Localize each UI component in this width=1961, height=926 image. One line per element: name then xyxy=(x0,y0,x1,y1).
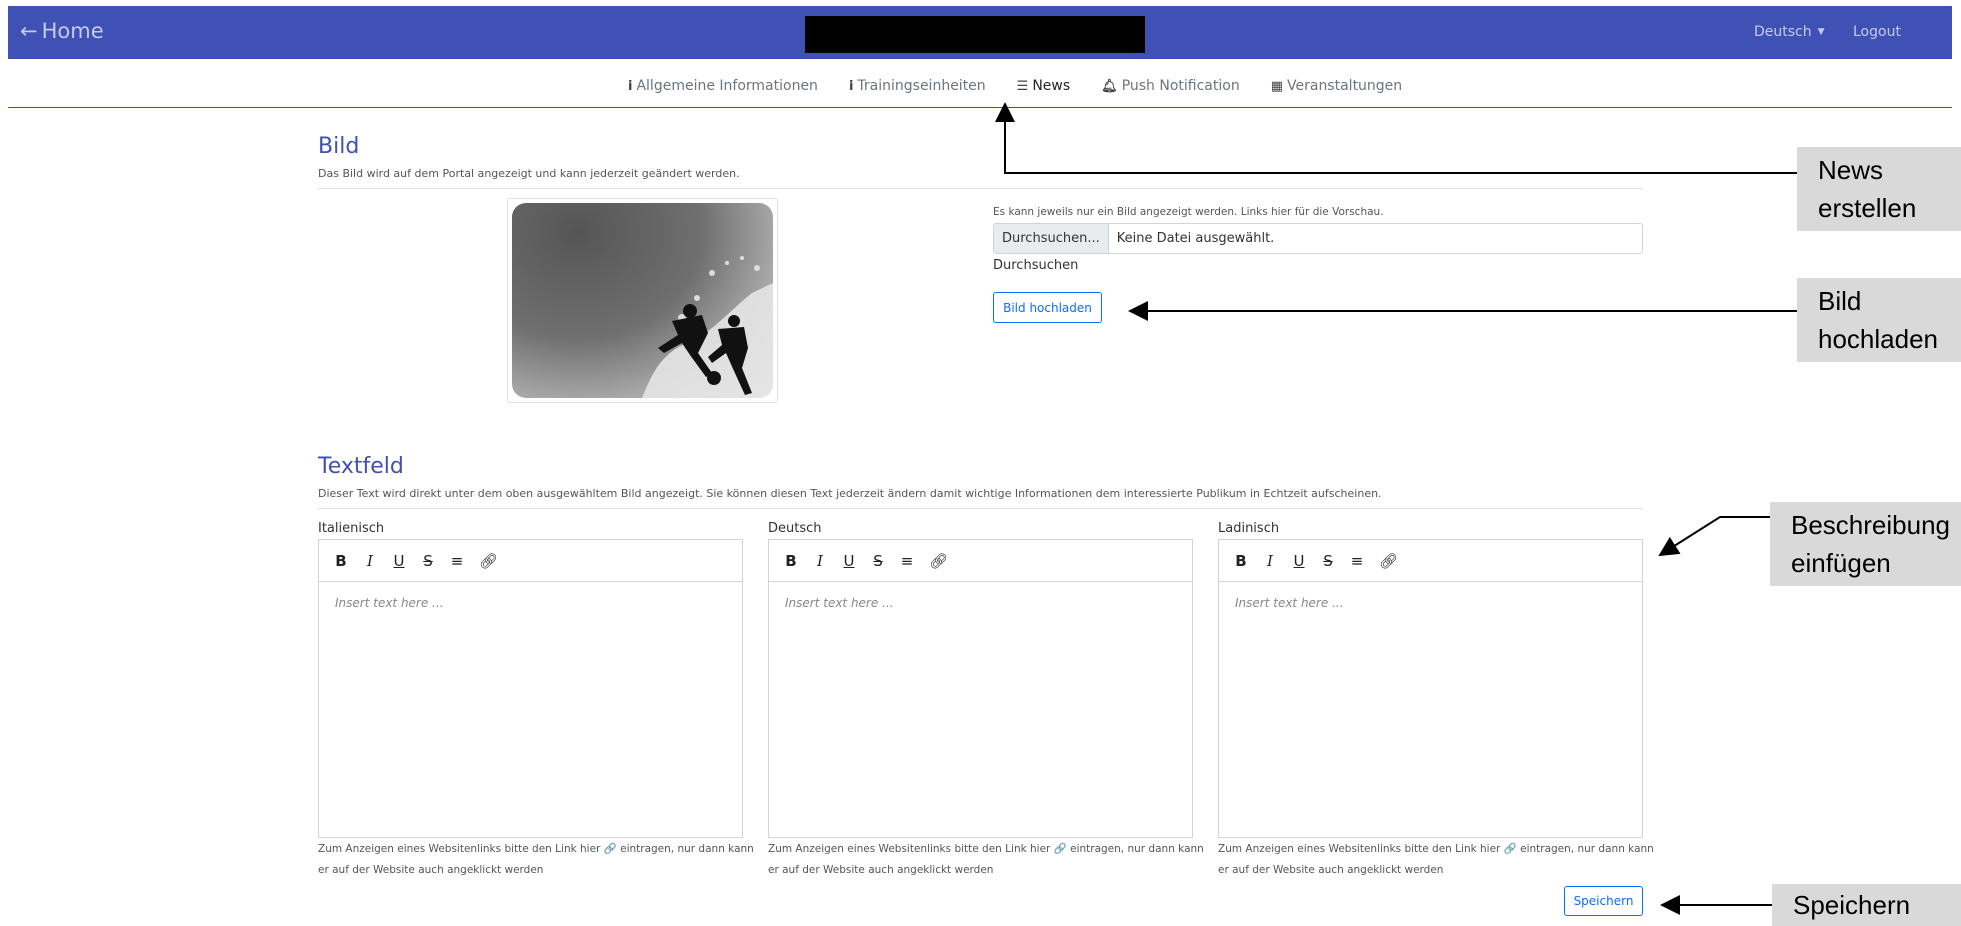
annotation-news: News erstellen xyxy=(1797,147,1961,231)
annotation-save: Speichern xyxy=(1772,884,1961,926)
annotation-arrows xyxy=(995,102,1797,915)
annotation-upload: Bild hochladen xyxy=(1797,278,1961,362)
annotation-description: Beschreibung einfügen xyxy=(1770,502,1961,586)
